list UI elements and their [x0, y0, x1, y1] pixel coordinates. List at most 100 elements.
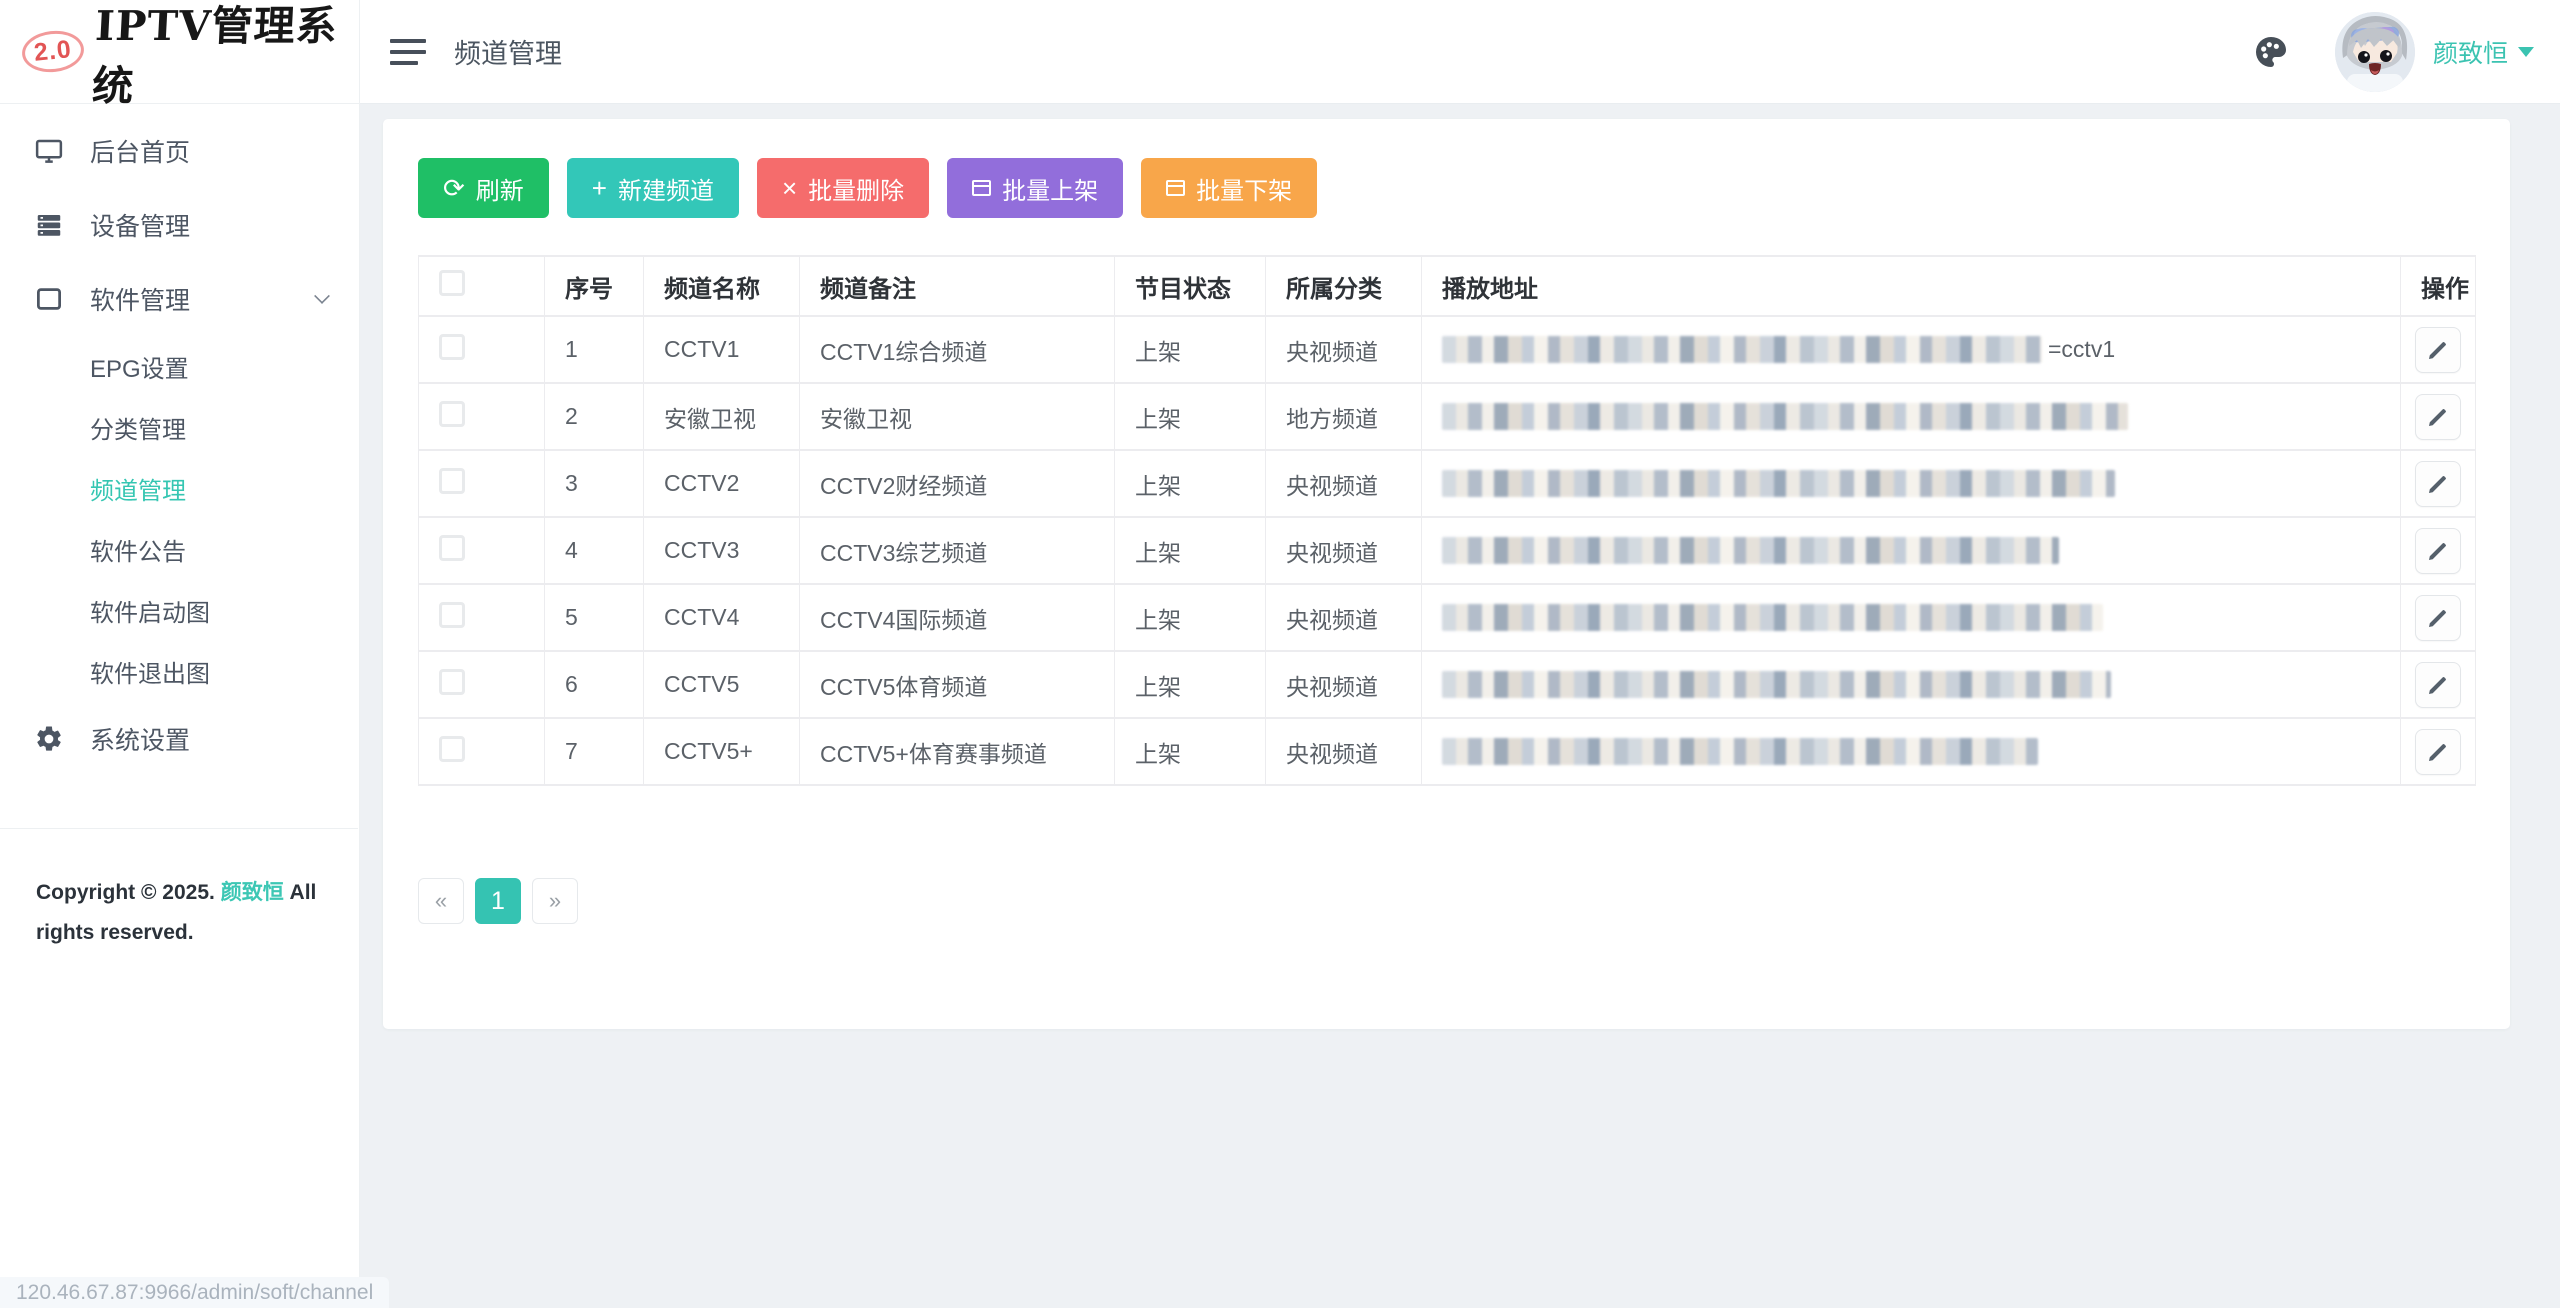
channel-card: ⟳ 刷新 + 新建频道 × 批量删除 批量上架 批量下架 序号 频道名称 频道备注 节目状态 所属分类…: [383, 119, 2510, 1029]
pagination: « 1 »: [418, 878, 2475, 924]
cell-index: 5: [544, 583, 644, 652]
row-checkbox[interactable]: [439, 601, 465, 628]
cell-index: 1: [544, 315, 644, 384]
copyright-owner-link[interactable]: 颜致恒: [221, 881, 284, 904]
box-icon: [972, 180, 992, 196]
submenu-item[interactable]: 软件退出图: [0, 641, 359, 702]
cell-status: 上架: [1114, 650, 1266, 719]
cell-play-url: [1421, 717, 2401, 786]
cell-play-url: [1421, 382, 2401, 451]
copyright-prefix: Copyright © 2025.: [36, 881, 215, 904]
submenu-item[interactable]: 分类管理: [0, 397, 359, 458]
masked-url: [1442, 403, 2128, 430]
cell-index: 7: [544, 717, 644, 786]
app-logo[interactable]: 2.0 IPTV管理系统: [0, 0, 359, 110]
cell-actions: [2400, 449, 2476, 518]
column-header: 播放地址: [1421, 255, 2401, 317]
table-row: 7 CCTV5+ CCTV5+体育赛事频道 上架 央视频道: [418, 717, 2476, 786]
plus-action-button[interactable]: + 新建频道: [566, 158, 739, 218]
select-all-checkbox[interactable]: [439, 269, 465, 296]
server-icon: [34, 210, 64, 240]
row-checkbox[interactable]: [439, 467, 465, 494]
page-title: 频道管理: [454, 39, 562, 69]
table-row: 3 CCTV2 CCTV2财经频道 上架 央视频道: [418, 449, 2476, 518]
link-preview-statusbar: 120.46.67.87:9966/admin/soft/channel: [0, 1277, 390, 1308]
row-checkbox[interactable]: [439, 534, 465, 561]
submenu-item[interactable]: 软件公告: [0, 519, 359, 580]
cell-play-url: [1421, 650, 2401, 719]
cell-index: 6: [544, 650, 644, 719]
user-menu[interactable]: 颜致恒: [2433, 34, 2534, 70]
sidebar-item-window[interactable]: 软件管理: [0, 262, 359, 336]
button-label: 批量上架: [1002, 177, 1099, 205]
pencil-icon: [2429, 341, 2446, 359]
sidebar-item-label: 设备管理: [90, 213, 191, 241]
pencil-icon: [2429, 609, 2446, 627]
row-checkbox[interactable]: [439, 668, 465, 695]
column-header: [418, 255, 545, 317]
sidebar-item-server[interactable]: 设备管理: [0, 188, 359, 262]
cell-channel-name: CCTV5: [643, 650, 800, 719]
pagination-next-button[interactable]: »: [532, 878, 578, 924]
pencil-icon: [2429, 475, 2446, 493]
cell-category: 央视频道: [1265, 717, 1422, 786]
theme-palette-icon[interactable]: [2249, 30, 2293, 74]
edit-channel-button[interactable]: [2415, 527, 2461, 574]
monitor-icon: [34, 136, 64, 166]
avatar-image: [2334, 11, 2415, 92]
row-checkbox[interactable]: [439, 333, 465, 360]
cell-status: 上架: [1114, 583, 1266, 652]
box-action-button[interactable]: 批量上架: [947, 158, 1124, 218]
column-header: 频道备注: [799, 255, 1115, 317]
close-action-button[interactable]: × 批量删除: [756, 158, 930, 218]
pencil-icon: [2429, 408, 2446, 426]
user-avatar[interactable]: [2334, 11, 2415, 92]
sidebar-item-monitor[interactable]: 后台首页: [0, 114, 359, 188]
cell-category: 央视频道: [1265, 516, 1422, 585]
chevron-down-icon: [314, 288, 330, 304]
cell-channel-name: CCTV5+: [643, 717, 800, 786]
cell-play-url: =cctv1: [1421, 315, 2401, 384]
gear-icon: [34, 724, 64, 754]
submenu-item[interactable]: 频道管理: [0, 458, 359, 519]
table-row: 2 安徽卫视 安徽卫视 上架 地方频道: [418, 382, 2476, 451]
app-title: IPTV管理系统: [90, 1, 339, 110]
button-label: 新建频道: [617, 177, 714, 205]
button-label: 批量删除: [808, 177, 905, 205]
cell-channel-name: CCTV2: [643, 449, 800, 518]
topbar: 频道管理 颜致恒: [360, 0, 2560, 104]
refresh-action-button[interactable]: ⟳ 刷新: [418, 158, 549, 218]
cell-actions: [2400, 650, 2476, 719]
window-icon: [34, 284, 64, 314]
pagination-page-1[interactable]: 1: [475, 878, 521, 924]
menu-toggle-icon[interactable]: [390, 38, 426, 65]
cell-channel-name: 安徽卫视: [643, 382, 800, 451]
submenu-item[interactable]: 软件启动图: [0, 580, 359, 641]
row-checkbox[interactable]: [439, 735, 465, 762]
cell-play-url: [1421, 516, 2401, 585]
pagination-prev-button[interactable]: «: [418, 878, 464, 924]
sidebar-item-gear[interactable]: 系统设置: [0, 702, 359, 776]
cell-status: 上架: [1114, 315, 1266, 384]
pencil-icon: [2429, 542, 2446, 560]
submenu-item[interactable]: EPG设置: [0, 336, 359, 397]
edit-channel-button[interactable]: [2415, 326, 2461, 373]
edit-channel-button[interactable]: [2415, 594, 2461, 641]
pencil-icon: [2429, 676, 2446, 694]
column-header: 序号: [544, 255, 644, 317]
cell-channel-note: CCTV5体育频道: [799, 650, 1115, 719]
cell-category: 地方频道: [1265, 382, 1422, 451]
masked-url: [1442, 336, 2042, 363]
edit-channel-button[interactable]: [2415, 460, 2461, 507]
edit-channel-button[interactable]: [2415, 393, 2461, 440]
cell-actions: [2400, 583, 2476, 652]
cell-actions: [2400, 516, 2476, 585]
edit-channel-button[interactable]: [2415, 661, 2461, 708]
box-icon: [1166, 180, 1186, 196]
cell-channel-note: CCTV1综合频道: [799, 315, 1115, 384]
edit-channel-button[interactable]: [2415, 728, 2461, 775]
box-action-button[interactable]: 批量下架: [1141, 158, 1318, 218]
row-checkbox[interactable]: [439, 400, 465, 427]
masked-url: [1442, 604, 2103, 631]
refresh-icon: ⟳: [443, 173, 465, 203]
